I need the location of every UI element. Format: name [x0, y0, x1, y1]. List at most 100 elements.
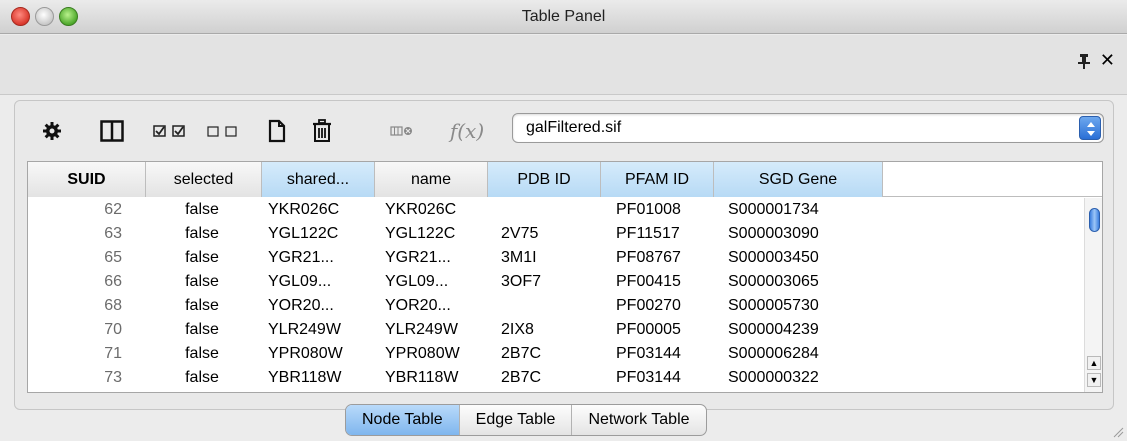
cell-sgd-gene: S000003090 [728, 225, 819, 242]
gear-icon[interactable] [41, 119, 63, 143]
column-header-name[interactable]: name [375, 162, 488, 197]
close-panel-icon[interactable]: ✕ [1100, 51, 1115, 69]
cell-suid: 65 [104, 249, 122, 266]
resize-grip-icon[interactable] [1112, 426, 1124, 438]
cell-shared-name: YOR20... [268, 297, 334, 314]
cell-selected: false [185, 297, 219, 314]
cell-name: YKR026C [385, 201, 457, 218]
tab-edge-table[interactable]: Edge Table [460, 405, 573, 435]
cell-selected: false [185, 345, 219, 362]
table-row[interactable]: 66 false YGL09... YGL09... 3OF7 PF00415 … [28, 270, 1084, 294]
vertical-scrollbar[interactable]: ▲ ▼ [1084, 198, 1102, 392]
table-row[interactable]: 71 false YPR080W YPR080W 2B7C PF03144 S0… [28, 342, 1084, 366]
window-title: Table Panel [521, 8, 606, 25]
cell-pfam-id: PF11517 [616, 225, 680, 242]
cell-shared-name: YGL09... [268, 273, 332, 290]
cell-suid: 71 [104, 345, 122, 362]
cell-pfam-id: PF03144 [616, 345, 681, 362]
cell-name: YLR249W [385, 321, 458, 338]
table-row[interactable]: 73 false YBR118W YBR118W 2B7C PF03144 S0… [28, 366, 1084, 390]
cell-sgd-gene: S000006284 [728, 345, 819, 362]
formula-icon[interactable]: f(x) [445, 119, 489, 143]
network-select-value: galFiltered.sif [526, 119, 622, 136]
table-panel: f(x) galFiltered.sif SUID selected share… [14, 100, 1114, 410]
panel-header: ✕ [0, 35, 1127, 95]
cell-shared-name: YGL122C [268, 225, 339, 242]
cell-selected: false [185, 369, 219, 386]
cell-pdb-id: 2B7C [501, 369, 542, 386]
column-header-sgd-gene[interactable]: SGD Gene [714, 162, 883, 197]
cell-selected: false [185, 225, 219, 242]
cell-pfam-id: PF01008 [616, 201, 681, 218]
cell-name: YPR080W [385, 345, 460, 362]
cell-sgd-gene: S000001734 [728, 201, 819, 218]
table-row[interactable]: 63 false YGL122C YGL122C 2V75 PF11517 S0… [28, 222, 1084, 246]
cell-selected: false [185, 249, 219, 266]
table-body: 62 false YKR026C YKR026C PF01008 S000001… [28, 198, 1084, 392]
cell-selected: false [185, 321, 219, 338]
table-toolbar: f(x) galFiltered.sif [15, 101, 1113, 159]
cell-shared-name: YKR026C [268, 201, 340, 218]
cell-name: YGL122C [385, 225, 456, 242]
columns-icon[interactable] [99, 119, 125, 143]
scroll-down-icon[interactable]: ▼ [1087, 373, 1101, 387]
cell-sgd-gene: S000003450 [728, 249, 819, 266]
new-column-icon[interactable] [267, 119, 287, 143]
cell-pdb-id [501, 198, 601, 222]
cell-shared-name: YLR249W [268, 321, 341, 338]
cell-pdb-id: 2B7C [501, 345, 542, 362]
cell-sgd-gene: S000000322 [728, 369, 819, 386]
table-header: SUID selected shared... name PDB ID PFAM… [28, 162, 1102, 197]
cell-name: YGR21... [385, 249, 451, 266]
tab-node-table[interactable]: Node Table [346, 405, 460, 435]
column-header-selected[interactable]: selected [146, 162, 262, 197]
network-select[interactable]: galFiltered.sif [512, 113, 1104, 143]
pin-icon[interactable] [1077, 53, 1091, 69]
node-table: SUID selected shared... name PDB ID PFAM… [27, 161, 1103, 393]
cell-sgd-gene: S000004239 [728, 321, 819, 338]
title-bar: Table Panel [0, 0, 1127, 34]
cell-name: YBR118W [385, 369, 459, 386]
cell-suid: 68 [104, 297, 122, 314]
scrollbar-thumb[interactable] [1089, 208, 1100, 232]
table-row[interactable]: 70 false YLR249W YLR249W 2IX8 PF00005 S0… [28, 318, 1084, 342]
cell-selected: false [185, 201, 219, 218]
scroll-up-icon[interactable]: ▲ [1087, 356, 1101, 370]
cell-pfam-id: PF08767 [616, 249, 681, 266]
select-stepper-icon[interactable] [1079, 116, 1101, 140]
cell-pfam-id: PF00415 [616, 273, 681, 290]
table-type-tabs: Node Table Edge Table Network Table [345, 404, 707, 436]
table-row[interactable]: 68 false YOR20... YOR20... PF00270 S0000… [28, 294, 1084, 318]
cell-pdb-id [501, 294, 601, 318]
cell-pfam-id: PF00005 [616, 321, 681, 338]
cell-shared-name: YPR080W [268, 345, 343, 362]
cell-pdb-id: 3OF7 [501, 273, 542, 290]
cell-suid: 73 [104, 369, 122, 386]
cell-pdb-id: 2IX8 [501, 321, 534, 338]
cell-sgd-gene: S000003065 [728, 273, 819, 290]
function-builder-icon[interactable] [389, 119, 415, 143]
deselect-all-icon[interactable] [205, 119, 245, 143]
cell-suid: 63 [104, 225, 122, 242]
cell-pfam-id: PF00270 [616, 297, 681, 314]
cell-shared-name: YGR21... [268, 249, 334, 266]
cell-shared-name: YBR118W [268, 369, 342, 386]
cell-name: YGL09... [385, 273, 449, 290]
cell-pdb-id: 3M1I [501, 249, 537, 266]
table-row[interactable]: 62 false YKR026C YKR026C PF01008 S000001… [28, 198, 1084, 222]
table-row[interactable]: 65 false YGR21... YGR21... 3M1I PF08767 … [28, 246, 1084, 270]
cell-suid: 70 [104, 321, 122, 338]
cell-selected: false [185, 273, 219, 290]
cell-pdb-id: 2V75 [501, 225, 539, 242]
column-header-pfam-id[interactable]: PFAM ID [601, 162, 714, 197]
cell-suid: 62 [104, 201, 122, 218]
select-all-icon[interactable] [153, 119, 193, 143]
cell-pfam-id: PF03144 [616, 369, 681, 386]
cell-sgd-gene: S000005730 [728, 297, 819, 314]
column-header-shared-name[interactable]: shared... [262, 162, 375, 197]
tab-network-table[interactable]: Network Table [572, 405, 705, 435]
column-header-suid[interactable]: SUID [28, 162, 146, 197]
delete-icon[interactable] [311, 119, 333, 143]
cell-name: YOR20... [385, 297, 451, 314]
column-header-pdb-id[interactable]: PDB ID [488, 162, 601, 197]
